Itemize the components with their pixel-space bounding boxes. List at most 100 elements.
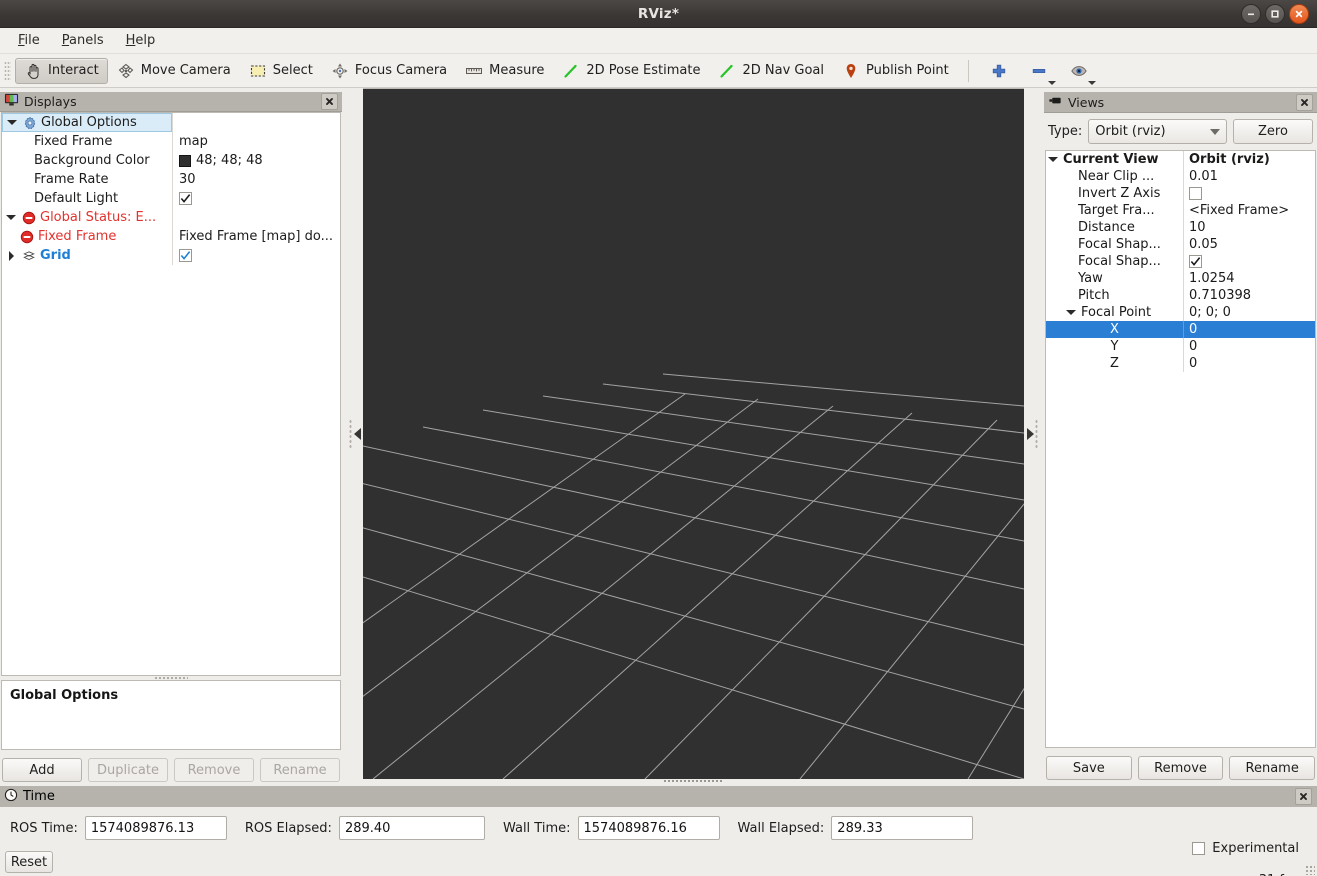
expander-toggle[interactable] — [1046, 151, 1060, 168]
right-splitter-handle[interactable] — [1024, 89, 1042, 779]
left-splitter-handle[interactable] — [345, 89, 363, 779]
view-type-select[interactable]: Orbit (rviz) — [1088, 119, 1227, 144]
display-row-global-status[interactable]: Global Status: E... — [2, 208, 340, 227]
view-row-focal-shape-size[interactable]: Focal Shap... 0.05 — [1046, 236, 1315, 253]
view-row-yaw[interactable]: Yaw 1.0254 — [1046, 270, 1315, 287]
display-row-value[interactable]: 30 — [179, 172, 196, 187]
displays-tree[interactable]: Global Options Fixed Frame map Backgroun… — [1, 112, 341, 676]
maximize-button[interactable] — [1265, 4, 1285, 24]
views-close-button[interactable] — [1296, 93, 1313, 111]
expander-toggle[interactable] — [1064, 304, 1078, 321]
view-row-value[interactable]: 0 — [1189, 356, 1197, 371]
window-controls — [1241, 4, 1309, 24]
view-row-focal-point-x[interactable]: X 0 — [1046, 321, 1315, 338]
display-row-fixed-frame[interactable]: Fixed Frame map — [2, 132, 340, 151]
view-row-value[interactable]: 1.0254 — [1189, 271, 1235, 286]
resize-grip[interactable] — [1305, 865, 1315, 875]
display-row-grid[interactable]: Grid — [2, 246, 340, 265]
tool-publish-point[interactable]: Publish Point — [833, 58, 958, 84]
remove-view-button[interactable]: Remove — [1137, 756, 1224, 780]
displays-close-button[interactable] — [321, 93, 338, 110]
view-row-focal-shape-fixed[interactable]: Focal Shap... — [1046, 253, 1315, 270]
display-row-default-light[interactable]: Default Light — [2, 189, 340, 208]
wall-elapsed-input[interactable]: 289.33 — [831, 816, 974, 840]
display-row-status-fixed-frame[interactable]: Fixed Frame Fixed Frame [map] do... — [2, 227, 340, 246]
display-row-frame-rate[interactable]: Frame Rate 30 — [2, 170, 340, 189]
view-row-distance[interactable]: Distance 10 — [1046, 219, 1315, 236]
view-row-value[interactable]: 0 — [1189, 322, 1197, 337]
minimize-button[interactable] — [1241, 4, 1261, 24]
tool-select[interactable]: Select — [240, 58, 322, 84]
expander-toggle[interactable] — [4, 208, 18, 227]
ros-elapsed-input[interactable]: 289.40 — [338, 816, 485, 840]
tool-2d-nav-goal[interactable]: 2D Nav Goal — [709, 58, 833, 84]
focal-shape-fixed-checkbox[interactable] — [1189, 255, 1202, 268]
view-row-pitch[interactable]: Pitch 0.710398 — [1046, 287, 1315, 304]
chevron-right-icon — [8, 250, 14, 261]
close-button[interactable] — [1289, 4, 1309, 24]
wall-time-input[interactable]: 1574089876.16 — [577, 816, 720, 840]
remove-display-button[interactable]: Remove — [174, 758, 254, 782]
expander-toggle[interactable] — [4, 246, 18, 265]
view-row-value[interactable]: 0.05 — [1189, 237, 1218, 252]
zero-button[interactable]: Zero — [1233, 119, 1313, 144]
view-row-target-frame[interactable]: Target Fra... <Fixed Frame> — [1046, 202, 1315, 219]
visibility-button[interactable] — [1059, 58, 1099, 85]
remove-tool-button[interactable] — [1019, 58, 1059, 85]
chevron-right-icon[interactable] — [1027, 428, 1034, 440]
default-light-checkbox[interactable] — [179, 192, 192, 205]
menu-help[interactable]: Help — [116, 30, 166, 51]
view-row-label: Target Fra... — [1078, 203, 1155, 218]
time-close-button[interactable] — [1295, 788, 1312, 805]
display-row-background-color[interactable]: Background Color 48; 48; 48 — [2, 151, 340, 170]
invert-z-axis-checkbox[interactable] — [1189, 187, 1202, 200]
view-row-value[interactable]: 0.710398 — [1189, 288, 1251, 303]
tool-interact[interactable]: Interact — [15, 57, 108, 84]
chevron-down-icon — [1210, 128, 1220, 135]
tool-select-label: Select — [272, 63, 313, 78]
color-swatch[interactable] — [179, 154, 191, 167]
view-row-value[interactable]: 0 — [1189, 339, 1197, 354]
display-row-global-options[interactable]: Global Options — [2, 113, 340, 132]
view-row-value[interactable]: 0.01 — [1189, 169, 1218, 184]
grid-enabled-checkbox[interactable] — [179, 249, 192, 262]
save-view-button[interactable]: Save — [1046, 756, 1132, 780]
display-row-value[interactable]: 48; 48; 48 — [196, 153, 263, 168]
tool-move-camera[interactable]: Move Camera — [108, 58, 240, 84]
toolbar-grip[interactable] — [4, 60, 11, 81]
view-row-focal-point-y[interactable]: Y 0 — [1046, 338, 1315, 355]
viewport-bottom-splitter[interactable] — [663, 779, 723, 784]
main-toolbar: Interact Move Camera Select Focus Camera… — [0, 54, 1317, 88]
view-row-value[interactable]: <Fixed Frame> — [1189, 203, 1289, 218]
reset-button[interactable]: Reset — [5, 851, 53, 873]
add-tool-button[interactable] — [979, 58, 1019, 84]
view-row-value[interactable]: 10 — [1189, 220, 1206, 235]
tool-focus-camera-label: Focus Camera — [354, 63, 448, 78]
duplicate-display-button[interactable]: Duplicate — [88, 758, 168, 782]
rename-view-button[interactable]: Rename — [1229, 756, 1316, 780]
view-row-focal-point[interactable]: Focal Point 0; 0; 0 — [1046, 304, 1315, 321]
view-row-focal-point-z[interactable]: Z 0 — [1046, 355, 1315, 372]
experimental-checkbox[interactable] — [1192, 842, 1206, 855]
menu-file[interactable]: File — [8, 30, 50, 51]
display-row-value[interactable]: map — [179, 134, 208, 149]
view-row-value[interactable]: 0; 0; 0 — [1189, 305, 1231, 320]
tool-measure[interactable]: Measure — [456, 58, 553, 84]
views-property-tree[interactable]: Current View Orbit (rviz) Near Clip ... … — [1045, 150, 1316, 748]
tool-2d-pose-estimate[interactable]: 2D Pose Estimate — [553, 58, 709, 84]
view-row-current-view[interactable]: Current View Orbit (rviz) — [1046, 151, 1315, 168]
view-row-invert-z-axis[interactable]: Invert Z Axis — [1046, 185, 1315, 202]
view-row-near-clip[interactable]: Near Clip ... 0.01 — [1046, 168, 1315, 185]
chevron-left-icon[interactable] — [354, 428, 361, 440]
add-display-button[interactable]: Add — [2, 758, 82, 782]
rename-display-button[interactable]: Rename — [260, 758, 340, 782]
chevron-down-icon[interactable] — [1087, 80, 1096, 85]
render-viewport-3d[interactable] — [363, 89, 1024, 779]
display-row-label: Global Options — [41, 115, 137, 130]
tool-focus-camera[interactable]: Focus Camera — [322, 58, 456, 84]
chevron-down-icon[interactable] — [1047, 80, 1056, 85]
menu-panels[interactable]: Panels — [52, 30, 114, 51]
ros-time-input[interactable]: 1574089876.13 — [84, 816, 227, 840]
expander-toggle[interactable] — [5, 114, 19, 131]
experimental-toggle[interactable]: Experimental — [1192, 841, 1299, 856]
